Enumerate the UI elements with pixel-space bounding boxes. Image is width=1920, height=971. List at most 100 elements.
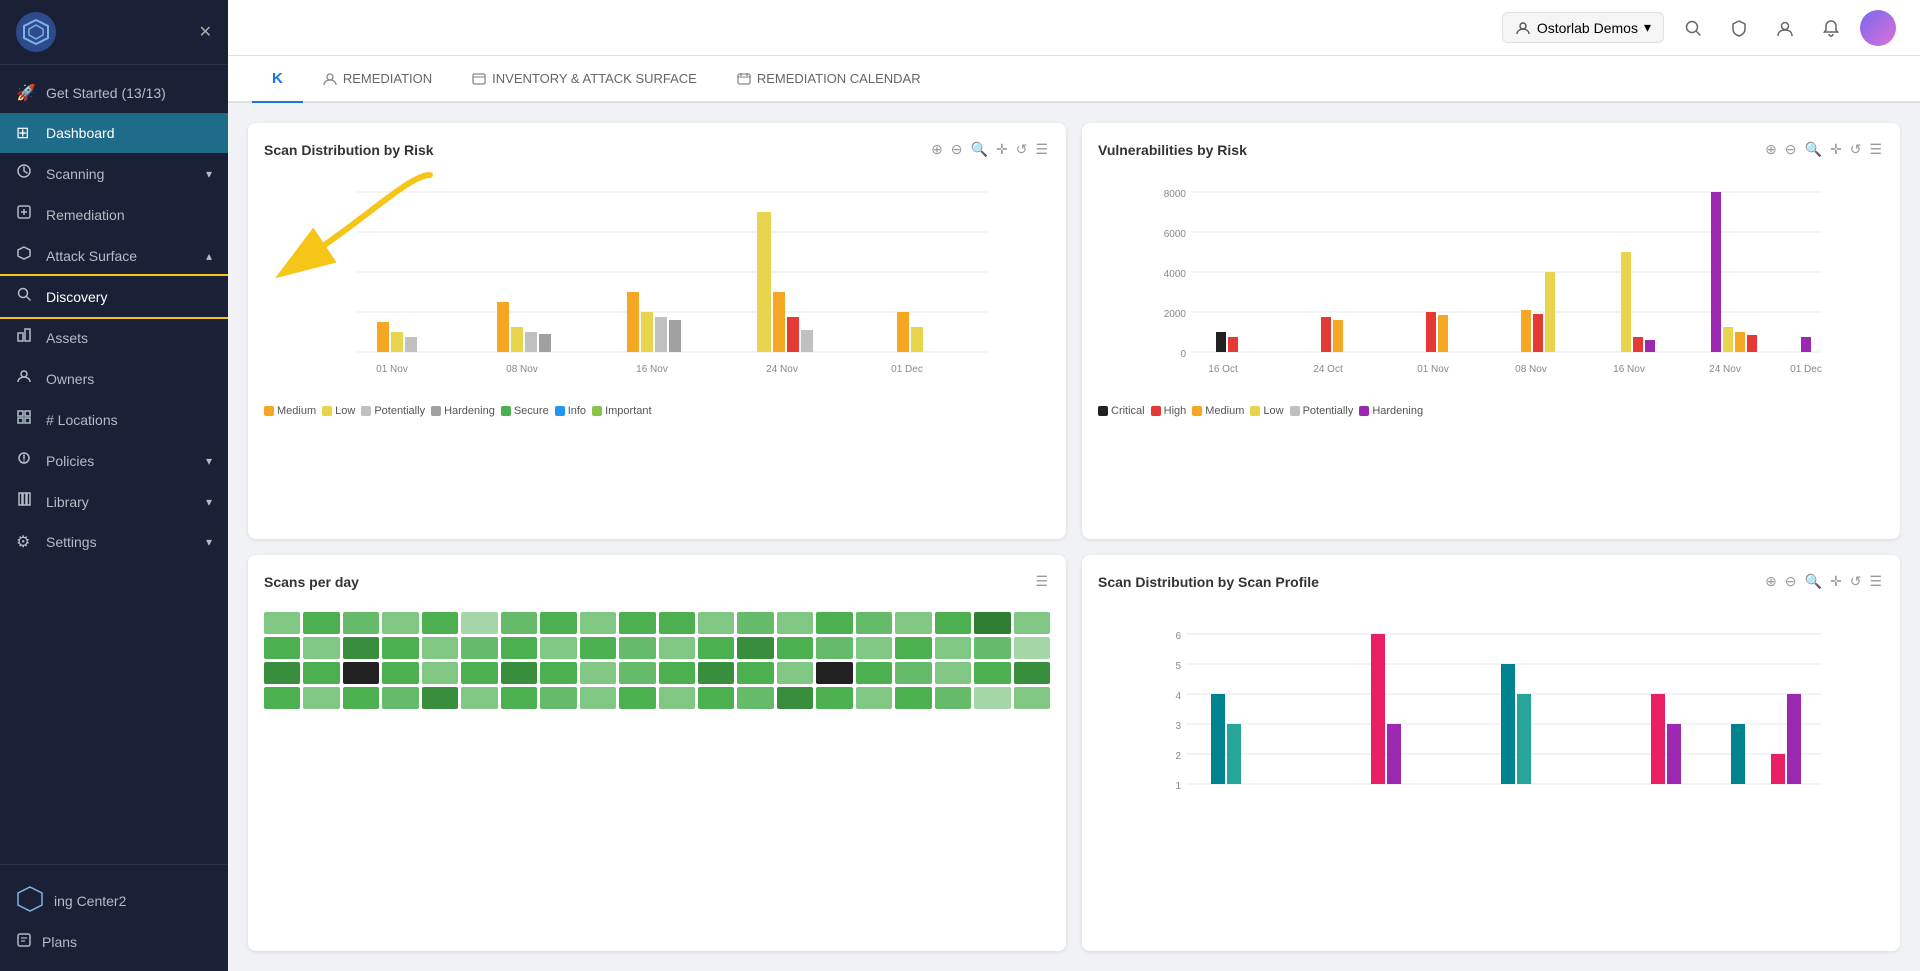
move-icon-4[interactable]: ✛ xyxy=(1828,571,1844,592)
zoom-out-icon-2[interactable]: ⊖ xyxy=(1783,139,1799,160)
menu-icon-3[interactable]: ☰ xyxy=(1033,571,1050,592)
legend-important: Important xyxy=(592,405,651,417)
topbar: Ostorlab Demos ▾ xyxy=(228,0,1920,56)
sidebar-item-discovery[interactable]: Discovery xyxy=(0,276,228,317)
chart-scan-dist-profile: Scan Distribution by Scan Profile ⊕ ⊖ 🔍 … xyxy=(1082,555,1900,951)
chart-scan-dist-legend: Medium Low Potentially Hardening Secure … xyxy=(264,405,1050,417)
sidebar-item-assets[interactable]: Assets xyxy=(0,317,228,358)
user-button[interactable] xyxy=(1768,11,1802,45)
svg-text:24 Nov: 24 Nov xyxy=(1709,364,1741,375)
tab-remediation[interactable]: REMEDIATION xyxy=(303,57,452,102)
heatmap-cell xyxy=(619,637,655,659)
heatmap-cell xyxy=(580,687,616,709)
heatmap-cell xyxy=(540,637,576,659)
heatmap-cell xyxy=(303,637,339,659)
sidebar-item-attack-surface[interactable]: Attack Surface ▴ xyxy=(0,235,228,276)
heatmap-cell xyxy=(382,687,418,709)
move-icon[interactable]: ✛ xyxy=(994,139,1010,160)
menu-icon-2[interactable]: ☰ xyxy=(1867,139,1884,160)
svg-text:01 Nov: 01 Nov xyxy=(376,364,408,375)
org-selector[interactable]: Ostorlab Demos ▾ xyxy=(1502,12,1664,43)
library-icon xyxy=(16,491,36,512)
tab-calendar[interactable]: REMEDIATION CALENDAR xyxy=(717,57,941,102)
heatmap-cell xyxy=(264,662,300,684)
zoom-icon[interactable]: 🔍 xyxy=(969,139,990,160)
sidebar-item-learning-center[interactable]: ing Center 2 xyxy=(16,877,212,924)
chart-scan-dist-title: Scan Distribution by Risk xyxy=(264,142,434,158)
svg-text:1: 1 xyxy=(1175,781,1181,792)
app-logo[interactable] xyxy=(16,12,56,52)
heatmap-cell xyxy=(737,687,773,709)
bell-button[interactable] xyxy=(1814,11,1848,45)
tab-remediation-icon xyxy=(323,72,337,86)
zoom-in-icon-4[interactable]: ⊕ xyxy=(1763,571,1779,592)
remediation-icon xyxy=(16,204,36,225)
legend-potentially: Potentially xyxy=(361,405,425,417)
refresh-icon[interactable]: ↺ xyxy=(1014,139,1030,160)
heatmap-cell xyxy=(777,637,813,659)
shield-button[interactable] xyxy=(1722,11,1756,45)
chart-vuln-header: Vulnerabilities by Risk ⊕ ⊖ 🔍 ✛ ↺ ☰ xyxy=(1098,139,1884,160)
heatmap-cell xyxy=(974,662,1010,684)
heatmap-cell xyxy=(1014,662,1050,684)
menu-icon-4[interactable]: ☰ xyxy=(1867,571,1884,592)
heatmap-cell xyxy=(895,662,931,684)
sidebar-item-owners[interactable]: Owners xyxy=(0,358,228,399)
legend-medium: Medium xyxy=(264,405,316,417)
heatmap-cell xyxy=(659,687,695,709)
heatmap-cell xyxy=(895,612,931,634)
chart-scan-profile-body: 1 2 3 4 5 6 xyxy=(1098,604,1884,829)
chart-scan-dist-controls: ⊕ ⊖ 🔍 ✛ ↺ ☰ xyxy=(929,139,1050,160)
sidebar-item-remediation[interactable]: Remediation xyxy=(0,194,228,235)
sidebar-item-library[interactable]: Library ▾ xyxy=(0,481,228,522)
zoom-icon-2[interactable]: 🔍 xyxy=(1803,139,1824,160)
svg-text:8000: 8000 xyxy=(1164,189,1187,200)
close-icon[interactable]: ✕ xyxy=(199,22,212,42)
chart-vuln-legend: Critical High Medium Low Potentially Har… xyxy=(1098,405,1884,417)
heatmap-cell xyxy=(777,662,813,684)
chart-scans-controls: ☰ xyxy=(1033,571,1050,592)
library-arrow-icon: ▾ xyxy=(206,495,212,509)
heatmap-cell xyxy=(264,687,300,709)
sidebar-item-plans[interactable]: Plans xyxy=(16,924,212,959)
heatmap-cell xyxy=(382,662,418,684)
refresh-icon-4[interactable]: ↺ xyxy=(1848,571,1864,592)
zoom-in-icon-2[interactable]: ⊕ xyxy=(1763,139,1779,160)
chart-scan-profile-controls: ⊕ ⊖ 🔍 ✛ ↺ ☰ xyxy=(1763,571,1884,592)
zoom-out-icon[interactable]: ⊖ xyxy=(949,139,965,160)
sidebar-item-dashboard[interactable]: ⊞ Dashboard xyxy=(0,113,228,153)
sidebar-item-policies[interactable]: Policies ▾ xyxy=(0,440,228,481)
heatmap-cell xyxy=(619,687,655,709)
menu-icon[interactable]: ☰ xyxy=(1033,139,1050,160)
avatar[interactable] xyxy=(1860,10,1896,46)
heatmap-cell xyxy=(659,637,695,659)
zoom-in-icon[interactable]: ⊕ xyxy=(929,139,945,160)
tab-k[interactable]: K xyxy=(252,56,303,103)
sidebar-item-scanning[interactable]: Scanning ▾ xyxy=(0,153,228,194)
svg-text:2: 2 xyxy=(1175,751,1181,762)
heatmap-cell xyxy=(580,612,616,634)
zoom-icon-4[interactable]: 🔍 xyxy=(1803,571,1824,592)
svg-text:0: 0 xyxy=(1180,349,1186,360)
org-dropdown-icon: ▾ xyxy=(1644,19,1651,36)
search-button[interactable] xyxy=(1676,11,1710,45)
sidebar-item-locations[interactable]: # Locations xyxy=(0,399,228,440)
refresh-icon-2[interactable]: ↺ xyxy=(1848,139,1864,160)
heatmap-cell xyxy=(737,637,773,659)
heatmap-cell xyxy=(974,637,1010,659)
heatmap-cell xyxy=(540,612,576,634)
sidebar-item-get-started[interactable]: 🚀 Get Started (13/13) xyxy=(0,73,228,113)
scanning-arrow-icon: ▾ xyxy=(206,167,212,181)
zoom-out-icon-4[interactable]: ⊖ xyxy=(1783,571,1799,592)
heatmap-cell xyxy=(935,687,971,709)
legend-info: Info xyxy=(555,405,586,417)
heatmap-cell xyxy=(422,637,458,659)
sidebar-item-settings[interactable]: ⚙ Settings ▾ xyxy=(0,522,228,562)
heatmap-cell xyxy=(698,637,734,659)
heatmap-cell xyxy=(580,662,616,684)
svg-text:24 Oct: 24 Oct xyxy=(1313,364,1343,375)
heatmap-cell xyxy=(737,662,773,684)
move-icon-2[interactable]: ✛ xyxy=(1828,139,1844,160)
tab-inventory[interactable]: INVENTORY & ATTACK SURFACE xyxy=(452,57,717,102)
heatmap-cell xyxy=(698,612,734,634)
